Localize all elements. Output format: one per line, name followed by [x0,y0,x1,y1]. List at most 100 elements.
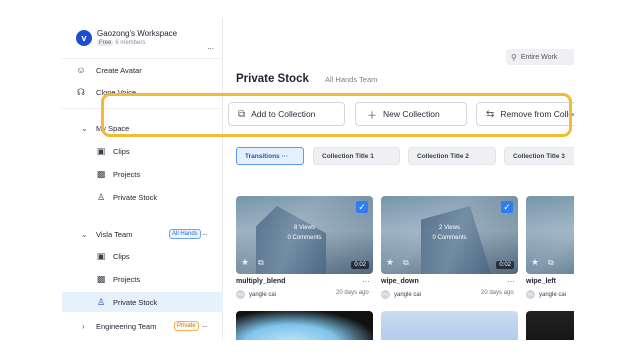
section-label: Visla Team [96,229,133,239]
page-title: Private Stock [236,73,309,85]
chip-label: Transitions [245,152,280,160]
chip-label: Collection Title 1 [322,152,374,160]
page-subtitle: All Hands Team [325,75,378,84]
plan-badge: Free [97,40,114,46]
chip-transitions[interactable]: Transitions ··· [236,147,304,165]
projects-icon: ▩ [96,273,106,284]
user-name: yangle cai [539,291,567,298]
card-user: YC yangle cai [526,290,566,299]
sidebar-item-label: Projects [113,274,141,284]
card-user: YC yangle cai [381,290,421,299]
workspace-more-icon[interactable]: ... [207,42,214,51]
avatar: YC [236,290,245,299]
avatar-icon: ☺ [76,65,86,75]
share-icon[interactable]: ⧉ [403,258,409,268]
media-card[interactable]: ★ ⧉ [526,196,574,274]
sidebar-section-visla-team[interactable]: ⌄ Visla Team All Hands ... [62,224,223,244]
media-card-thumbnail[interactable] [526,311,574,340]
star-icon[interactable]: ★ [241,257,249,268]
sidebar-section-my-space[interactable]: ⌄ My Space [62,118,223,138]
workspace-switcher[interactable]: v Gaozong's Workspace Free 6 members ... [76,28,218,56]
app-window: v Gaozong's Workspace Free 6 members ... … [62,18,574,340]
private-stock-icon: ♙ [96,296,106,307]
voice-icon: ☊ [77,86,85,97]
media-card[interactable]: 8 Views 0 Comments ✓ ★ ⧉ 0:02 [236,196,373,274]
card-title: wipe_left [526,278,556,285]
chip-collection-3[interactable]: Collection Title 3 [504,147,574,165]
share-icon[interactable]: ⧉ [258,258,264,268]
card-more-icon[interactable]: ··· [362,277,370,286]
card-user: YC yangle cai [236,290,276,299]
team-tag: All Hands [169,229,201,239]
sidebar-item-label: Create Avatar [96,65,142,75]
checkbox-checked-icon[interactable]: ✓ [356,201,368,213]
member-count: 6 members [115,40,146,46]
sidebar-item-team-projects[interactable]: ▩ Projects [62,269,223,289]
chevron-down-icon: ⌄ [81,229,88,239]
main-content: ⚲ Entire Work Private Stock All Hands Te… [223,18,574,340]
chip-label: Collection Title 2 [417,152,469,160]
sidebar-item-my-clips[interactable]: ▣ Clips [62,141,223,161]
sidebar-item-label: Clone Voice [96,87,137,97]
sidebar-item-my-private-stock[interactable]: ♙ Private Stock [62,187,223,207]
clip-icon: ▣ [96,145,106,156]
card-title: multiply_blend [236,278,286,285]
duration-badge: 0:02 [351,261,369,269]
sidebar-item-label: Private Stock [113,192,158,202]
search-text: Entire Work [520,53,558,61]
card-date: 20 days ago [336,290,369,296]
views-count: 8 Views [294,225,315,231]
sidebar-item-team-private-stock[interactable]: ♙ Private Stock [62,292,223,312]
media-card[interactable]: 2 Views 0 Comments ✓ ★ ⧉ 0:02 [381,196,518,274]
button-label: New Collection [383,109,440,119]
sidebar-item-label: Clips [113,146,130,156]
sidebar-section-engineering-team[interactable]: › Engineering Team Private ... [62,316,223,336]
avatar: YC [381,290,390,299]
user-name: yangle cai [249,291,277,298]
sidebar-item-my-projects[interactable]: ▩ Projects [62,164,223,184]
workspace-name: Gaozong's Workspace [97,29,178,38]
star-icon[interactable]: ★ [386,257,394,268]
section-label: My Space [96,123,130,133]
media-card-thumbnail[interactable] [236,311,373,340]
button-label: Remove from Collection [500,109,574,119]
avatar: YC [526,290,535,299]
chip-more-icon[interactable]: ··· [282,153,289,160]
media-card-thumbnail[interactable] [381,311,518,340]
chevron-down-icon: ⌄ [81,123,88,133]
user-name: yangle cai [394,291,422,298]
section-label: Engineering Team [96,321,157,331]
sidebar-item-clone-voice[interactable]: ☊ Clone Voice [62,82,223,102]
sidebar-item-create-avatar[interactable]: ☺ Create Avatar [62,60,223,80]
sidebar-item-team-clips[interactable]: ▣ Clips [62,246,223,266]
chip-collection-1[interactable]: Collection Title 1 [313,147,400,165]
private-stock-icon: ♙ [96,191,106,202]
add-to-collection-button[interactable]: ⧉ Add to Collection [228,102,345,126]
star-icon[interactable]: ★ [531,257,539,268]
remove-from-collection-button[interactable]: ⇆ Remove from Collection [476,102,574,126]
divider [62,108,223,109]
comments-count: 0 Comments [432,235,467,241]
team-more-icon[interactable]: ... [202,228,208,237]
duration-badge: 0:02 [496,261,514,269]
workspace-logo: v [76,30,92,46]
sidebar-item-label: Private Stock [113,297,158,307]
workspace-plan: Free 6 members [97,40,145,46]
team-more-icon[interactable]: ... [202,320,208,329]
comments-count: 0 Comments [287,235,322,241]
add-to-collection-icon: ⧉ [238,108,246,120]
chip-collection-2[interactable]: Collection Title 2 [408,147,496,165]
swap-icon: ⇆ [486,108,495,120]
sidebar-item-label: Clips [113,251,130,261]
views-count: 2 Views [439,225,460,231]
projects-icon: ▩ [96,168,106,179]
card-title: wipe_down [381,278,419,285]
share-icon[interactable]: ⧉ [548,258,554,268]
clip-icon: ▣ [96,250,106,261]
sidebar: v Gaozong's Workspace Free 6 members ... … [62,18,223,340]
new-collection-button[interactable]: ＋ New Collection [355,102,467,126]
checkbox-checked-icon[interactable]: ✓ [501,201,513,213]
search-icon: ⚲ [511,52,517,62]
search-input[interactable]: ⚲ Entire Work [506,49,574,65]
card-more-icon[interactable]: ··· [507,277,515,286]
